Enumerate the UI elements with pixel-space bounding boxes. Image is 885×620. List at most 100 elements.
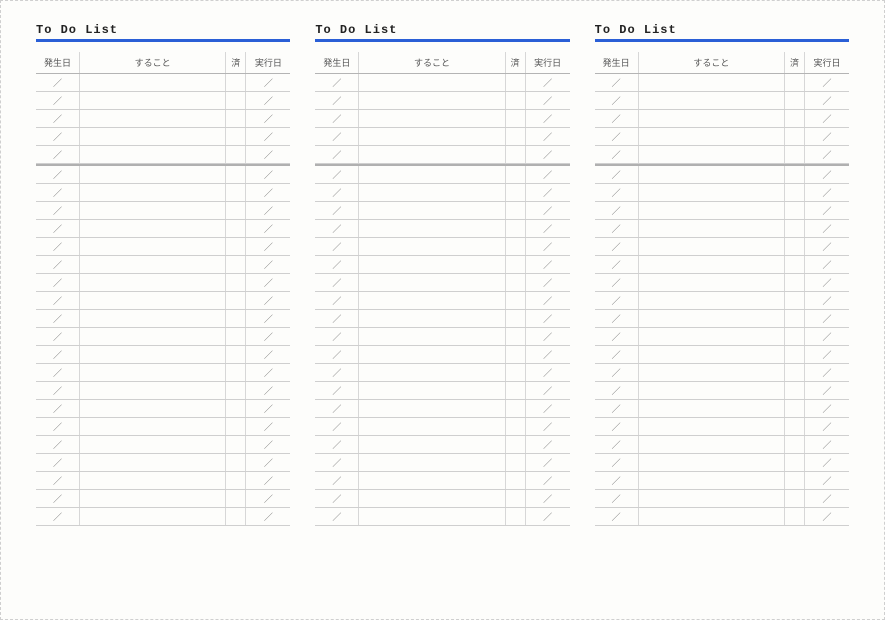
cell-done[interactable]	[785, 220, 805, 237]
table-row[interactable]: ／／	[36, 346, 290, 364]
table-row[interactable]: ／／	[595, 328, 849, 346]
cell-task[interactable]	[359, 454, 505, 471]
table-row[interactable]: ／／	[36, 364, 290, 382]
table-row[interactable]: ／／	[36, 238, 290, 256]
cell-date1[interactable]: ／	[595, 238, 639, 255]
cell-date1[interactable]: ／	[36, 220, 80, 237]
cell-date1[interactable]: ／	[595, 490, 639, 507]
table-row[interactable]: ／／	[315, 508, 569, 526]
cell-done[interactable]	[785, 364, 805, 381]
cell-task[interactable]	[359, 292, 505, 309]
cell-task[interactable]	[359, 418, 505, 435]
cell-done[interactable]	[785, 128, 805, 145]
cell-date2[interactable]: ／	[246, 220, 290, 237]
cell-date1[interactable]: ／	[36, 346, 80, 363]
cell-date1[interactable]: ／	[315, 508, 359, 525]
cell-date1[interactable]: ／	[315, 74, 359, 91]
cell-done[interactable]	[785, 508, 805, 525]
cell-date2[interactable]: ／	[805, 364, 849, 381]
cell-done[interactable]	[785, 472, 805, 489]
cell-date2[interactable]: ／	[526, 400, 570, 417]
table-row[interactable]: ／／	[595, 146, 849, 164]
table-row[interactable]: ／／	[595, 310, 849, 328]
table-row[interactable]: ／／	[595, 490, 849, 508]
cell-done[interactable]	[226, 274, 246, 291]
cell-date2[interactable]: ／	[526, 92, 570, 109]
cell-task[interactable]	[639, 490, 785, 507]
cell-task[interactable]	[639, 110, 785, 127]
cell-task[interactable]	[359, 220, 505, 237]
cell-date2[interactable]: ／	[246, 310, 290, 327]
cell-done[interactable]	[506, 346, 526, 363]
table-row[interactable]: ／／	[595, 184, 849, 202]
cell-date2[interactable]: ／	[526, 364, 570, 381]
cell-date2[interactable]: ／	[526, 166, 570, 183]
table-row[interactable]: ／／	[595, 382, 849, 400]
cell-date1[interactable]: ／	[36, 238, 80, 255]
cell-done[interactable]	[226, 400, 246, 417]
cell-task[interactable]	[359, 274, 505, 291]
cell-done[interactable]	[785, 382, 805, 399]
cell-date1[interactable]: ／	[315, 292, 359, 309]
cell-done[interactable]	[785, 110, 805, 127]
cell-date1[interactable]: ／	[595, 92, 639, 109]
cell-date1[interactable]: ／	[315, 418, 359, 435]
cell-date2[interactable]: ／	[805, 454, 849, 471]
cell-date1[interactable]: ／	[36, 92, 80, 109]
cell-task[interactable]	[359, 202, 505, 219]
cell-date2[interactable]: ／	[526, 74, 570, 91]
cell-done[interactable]	[226, 184, 246, 201]
cell-date2[interactable]: ／	[526, 220, 570, 237]
cell-task[interactable]	[359, 310, 505, 327]
cell-date1[interactable]: ／	[595, 256, 639, 273]
cell-date2[interactable]: ／	[526, 436, 570, 453]
cell-task[interactable]	[80, 454, 226, 471]
cell-done[interactable]	[785, 328, 805, 345]
cell-date1[interactable]: ／	[315, 472, 359, 489]
table-row[interactable]: ／／	[315, 274, 569, 292]
cell-date2[interactable]: ／	[246, 400, 290, 417]
cell-date2[interactable]: ／	[526, 382, 570, 399]
cell-date2[interactable]: ／	[246, 166, 290, 183]
cell-date1[interactable]: ／	[36, 508, 80, 525]
cell-date2[interactable]: ／	[246, 256, 290, 273]
cell-date1[interactable]: ／	[315, 346, 359, 363]
cell-date2[interactable]: ／	[526, 292, 570, 309]
cell-date1[interactable]: ／	[315, 400, 359, 417]
cell-date1[interactable]: ／	[595, 436, 639, 453]
cell-date2[interactable]: ／	[805, 490, 849, 507]
cell-task[interactable]	[639, 238, 785, 255]
cell-done[interactable]	[226, 490, 246, 507]
table-row[interactable]: ／／	[315, 490, 569, 508]
cell-date1[interactable]: ／	[595, 454, 639, 471]
table-row[interactable]: ／／	[36, 202, 290, 220]
cell-date2[interactable]: ／	[246, 328, 290, 345]
cell-done[interactable]	[785, 92, 805, 109]
cell-date2[interactable]: ／	[805, 328, 849, 345]
cell-task[interactable]	[80, 328, 226, 345]
table-row[interactable]: ／／	[36, 454, 290, 472]
cell-date1[interactable]: ／	[36, 110, 80, 127]
cell-date2[interactable]: ／	[246, 202, 290, 219]
table-row[interactable]: ／／	[36, 400, 290, 418]
table-row[interactable]: ／／	[595, 202, 849, 220]
cell-task[interactable]	[359, 400, 505, 417]
cell-date1[interactable]: ／	[36, 74, 80, 91]
cell-done[interactable]	[506, 400, 526, 417]
cell-done[interactable]	[785, 166, 805, 183]
table-row[interactable]: ／／	[36, 382, 290, 400]
cell-done[interactable]	[226, 436, 246, 453]
cell-task[interactable]	[80, 472, 226, 489]
cell-date1[interactable]: ／	[315, 328, 359, 345]
cell-task[interactable]	[80, 490, 226, 507]
cell-task[interactable]	[359, 490, 505, 507]
table-row[interactable]: ／／	[36, 166, 290, 184]
cell-done[interactable]	[226, 310, 246, 327]
cell-task[interactable]	[80, 146, 226, 163]
cell-date1[interactable]: ／	[315, 364, 359, 381]
cell-task[interactable]	[80, 418, 226, 435]
cell-date2[interactable]: ／	[805, 92, 849, 109]
cell-date1[interactable]: ／	[595, 310, 639, 327]
cell-date1[interactable]: ／	[595, 202, 639, 219]
cell-date1[interactable]: ／	[315, 92, 359, 109]
